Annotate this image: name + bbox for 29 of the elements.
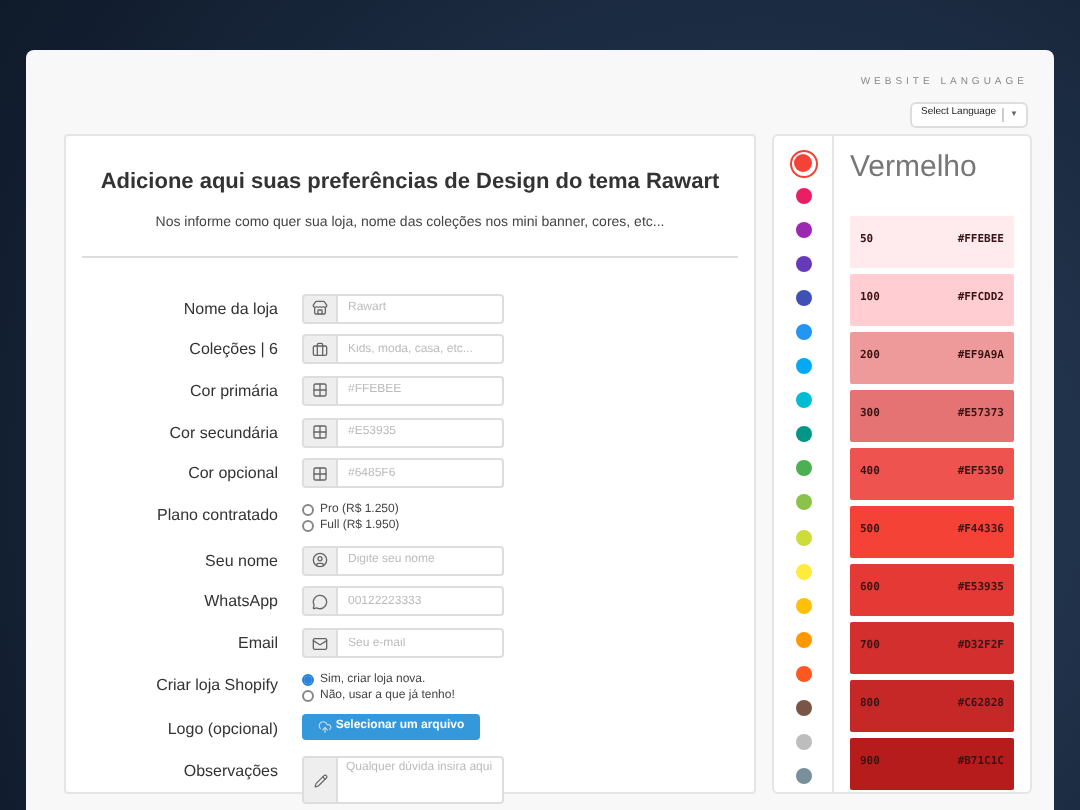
field-label: Coleções | 6	[187, 338, 280, 363]
grid-icon	[312, 382, 328, 399]
field-label: Email	[235, 632, 280, 656]
grid-icon	[312, 465, 328, 482]
field-label: Cor secundária	[167, 421, 280, 446]
field-label: Plano contratado	[155, 503, 280, 528]
radio-button[interactable]	[302, 690, 314, 703]
upload-icon	[317, 720, 332, 735]
color-dot[interactable]	[789, 149, 817, 177]
field-label: Logo (opcional)	[165, 718, 280, 743]
field-label: Observações	[181, 760, 280, 785]
grid-icon	[312, 424, 328, 441]
palette-title: Vermelho	[850, 149, 979, 185]
field-label: WhatsApp	[202, 590, 280, 615]
field-label: Seu nome	[203, 549, 280, 574]
field-label: Cor primária	[187, 379, 280, 404]
mail-icon	[312, 635, 328, 651]
field-label: Criar loja Shopify	[154, 673, 280, 698]
chat-icon	[312, 593, 328, 610]
form-title: Adicione aqui suas preferências de Design do tema Rawart	[98, 167, 722, 197]
briefcase-icon	[312, 341, 328, 358]
radio-button[interactable]	[302, 520, 314, 533]
field-label: Nome da loja	[181, 297, 280, 322]
pencil-icon	[313, 773, 327, 788]
store-icon	[312, 300, 328, 316]
user-icon	[312, 552, 328, 569]
radio-button[interactable]	[302, 504, 314, 517]
radio-button[interactable]	[302, 674, 314, 687]
field-label: Cor opcional	[186, 462, 280, 487]
